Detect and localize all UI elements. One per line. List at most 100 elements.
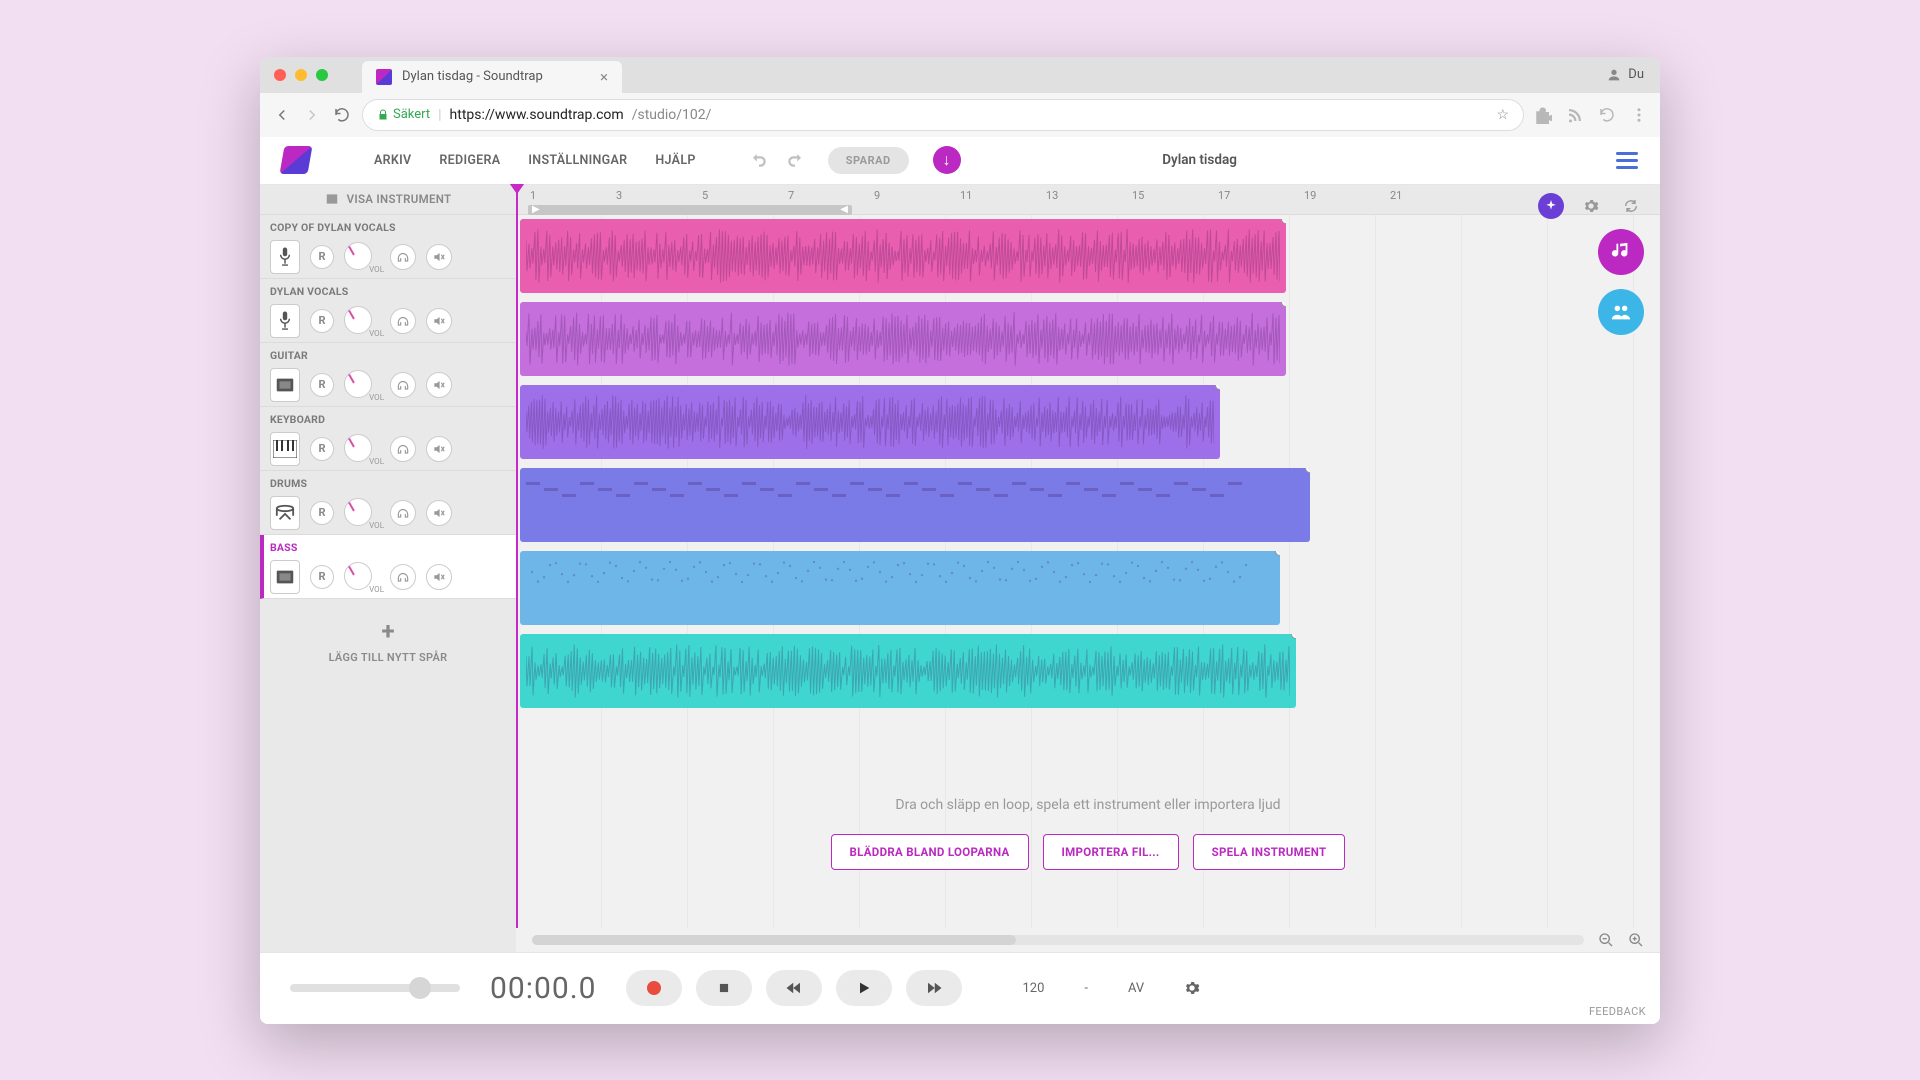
- stop-button[interactable]: [696, 970, 752, 1006]
- rewind-button[interactable]: [766, 970, 822, 1006]
- instrument-icon[interactable]: [270, 240, 300, 274]
- arm-record-button[interactable]: R: [310, 501, 334, 525]
- browse-loops-button[interactable]: BLÄDDRA BLAND LOOPARNA: [831, 834, 1029, 870]
- track-header[interactable]: GUITAR R VOL: [260, 343, 516, 407]
- clip-handle[interactable]: [1275, 551, 1280, 556]
- close-window-icon[interactable]: [274, 69, 286, 81]
- project-name[interactable]: Dylan tisdag: [1162, 152, 1237, 168]
- timeline-settings-icon[interactable]: [1578, 193, 1604, 219]
- browser-tab[interactable]: Dylan tisdag - Soundtrap ×: [362, 61, 622, 93]
- loop-region[interactable]: ▶ ◀: [528, 205, 852, 215]
- play-instrument-button[interactable]: SPELA INSTRUMENT: [1193, 834, 1346, 870]
- add-track-button[interactable]: + LÄGG TILL NYTT SPÅR: [260, 599, 516, 683]
- volume-knob[interactable]: VOL: [344, 562, 380, 592]
- clip-handle[interactable]: [1215, 385, 1220, 390]
- extension-icon[interactable]: [1534, 106, 1552, 124]
- menu-hjalp[interactable]: HJÄLP: [655, 153, 695, 168]
- collaborate-button[interactable]: [1598, 289, 1644, 335]
- volume-thumb[interactable]: [409, 977, 431, 999]
- magic-tool-button[interactable]: [1538, 193, 1564, 219]
- audio-clip[interactable]: [520, 302, 1286, 376]
- instrument-icon[interactable]: [270, 432, 300, 466]
- tracks-area[interactable]: Dra och släpp en loop, spela ett instrum…: [516, 215, 1660, 928]
- play-button[interactable]: [836, 970, 892, 1006]
- track-header[interactable]: DRUMS R VOL: [260, 471, 516, 535]
- zoom-in-icon[interactable]: [1628, 932, 1644, 948]
- audio-clip[interactable]: [520, 385, 1220, 459]
- audio-clip[interactable]: [520, 634, 1296, 708]
- audio-clip[interactable]: [520, 468, 1310, 542]
- track-header[interactable]: COPY OF DYLAN VOCALS R VOL: [260, 215, 516, 279]
- minimize-window-icon[interactable]: [295, 69, 307, 81]
- bookmark-icon[interactable]: ☆: [1496, 107, 1509, 123]
- show-instrument-button[interactable]: VISA INSTRUMENT: [260, 185, 516, 215]
- tab-close-icon[interactable]: ×: [600, 68, 608, 86]
- loops-panel-button[interactable]: [1598, 229, 1644, 275]
- arm-record-button[interactable]: R: [310, 245, 334, 269]
- clip-handle[interactable]: [1305, 468, 1310, 473]
- menu-arkiv[interactable]: ARKIV: [374, 153, 411, 168]
- volume-knob[interactable]: VOL: [344, 498, 380, 528]
- mute-icon[interactable]: [426, 500, 452, 526]
- arm-record-button[interactable]: R: [310, 373, 334, 397]
- transport-settings-icon[interactable]: [1184, 980, 1200, 996]
- maximize-window-icon[interactable]: [316, 69, 328, 81]
- headphones-icon[interactable]: [390, 244, 416, 270]
- instrument-icon[interactable]: [270, 304, 300, 338]
- browser-profile[interactable]: Du: [1606, 67, 1644, 83]
- master-volume-slider[interactable]: [290, 984, 460, 992]
- headphones-icon[interactable]: [390, 500, 416, 526]
- fast-forward-button[interactable]: [906, 970, 962, 1006]
- reload-button[interactable]: [332, 105, 352, 125]
- headphones-icon[interactable]: [390, 372, 416, 398]
- volume-knob[interactable]: VOL: [344, 370, 380, 400]
- menu-redigera[interactable]: REDIGERA: [439, 153, 500, 168]
- rss-icon[interactable]: [1566, 106, 1584, 124]
- app-logo-icon[interactable]: [280, 146, 313, 174]
- audio-clip[interactable]: [520, 551, 1280, 625]
- mute-icon[interactable]: [426, 372, 452, 398]
- tempo-value[interactable]: 120: [1022, 981, 1044, 996]
- undo-icon[interactable]: [750, 151, 768, 169]
- feedback-link[interactable]: FEEDBACK: [1589, 1005, 1646, 1018]
- arm-record-button[interactable]: R: [310, 437, 334, 461]
- instrument-icon[interactable]: [270, 496, 300, 530]
- menu-installningar[interactable]: INSTÄLLNINGAR: [528, 153, 627, 168]
- volume-knob[interactable]: VOL: [344, 306, 380, 336]
- playhead-line[interactable]: [516, 185, 518, 928]
- clip-handle[interactable]: [1281, 302, 1286, 307]
- back-button[interactable]: [272, 105, 292, 125]
- refresh-ext-icon[interactable]: [1598, 106, 1616, 124]
- instrument-icon[interactable]: [270, 368, 300, 402]
- clip-handle[interactable]: [1291, 634, 1296, 639]
- mute-icon[interactable]: [426, 308, 452, 334]
- arm-record-button[interactable]: R: [310, 565, 334, 589]
- volume-knob[interactable]: VOL: [344, 434, 380, 464]
- instrument-icon[interactable]: [270, 560, 300, 594]
- forward-button[interactable]: [302, 105, 322, 125]
- timeline-sync-icon[interactable]: [1618, 193, 1644, 219]
- mute-icon[interactable]: [426, 244, 452, 270]
- hamburger-icon[interactable]: [1616, 152, 1638, 169]
- arm-record-button[interactable]: R: [310, 309, 334, 333]
- headphones-icon[interactable]: [390, 436, 416, 462]
- record-button[interactable]: [626, 970, 682, 1006]
- clip-handle[interactable]: [1281, 219, 1286, 224]
- redo-icon[interactable]: [786, 151, 804, 169]
- kebab-icon[interactable]: [1630, 106, 1648, 124]
- zoom-out-icon[interactable]: [1598, 932, 1614, 948]
- ruler[interactable]: ▶ ◀ 13579111315171921: [516, 185, 1660, 215]
- track-header[interactable]: BASS R VOL: [260, 535, 516, 599]
- metronome-toggle[interactable]: AV: [1128, 981, 1144, 996]
- mute-icon[interactable]: [426, 564, 452, 590]
- url-field[interactable]: Säkert | https://www.soundtrap.com/studi…: [362, 99, 1524, 131]
- volume-knob[interactable]: VOL: [344, 242, 380, 272]
- track-header[interactable]: KEYBOARD R VOL: [260, 407, 516, 471]
- headphones-icon[interactable]: [390, 308, 416, 334]
- audio-clip[interactable]: [520, 219, 1286, 293]
- mute-icon[interactable]: [426, 436, 452, 462]
- headphones-icon[interactable]: [390, 564, 416, 590]
- import-file-button[interactable]: IMPORTERA FIL...: [1043, 834, 1179, 870]
- scroll-thumb[interactable]: [532, 935, 1584, 945]
- share-button[interactable]: ↓: [933, 146, 961, 174]
